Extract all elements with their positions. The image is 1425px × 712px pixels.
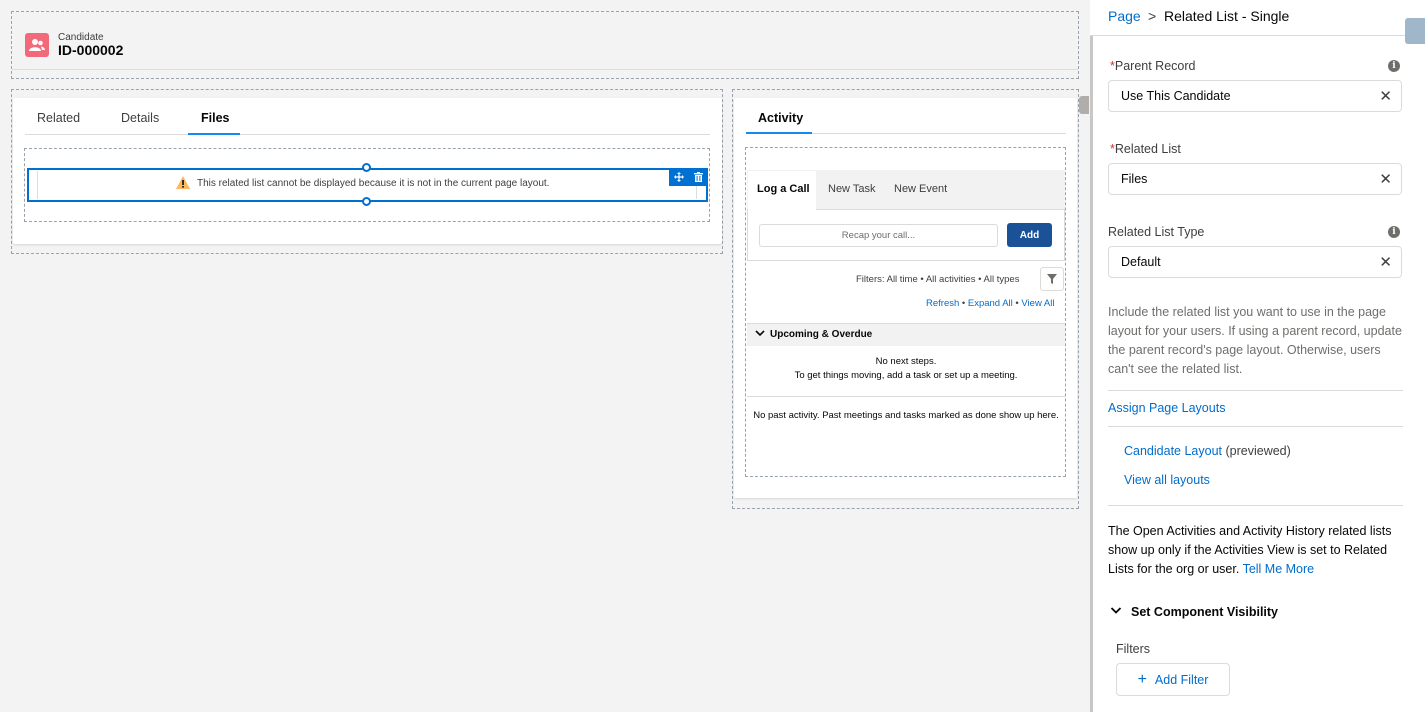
- refresh-link[interactable]: Refresh: [926, 298, 959, 309]
- plus-icon: +: [1137, 670, 1147, 688]
- clear-icon[interactable]: ✕: [1379, 253, 1392, 271]
- breadcrumb-page[interactable]: Page: [1108, 8, 1141, 24]
- record-name: ID-000002: [58, 42, 124, 58]
- activity-links: Refresh • Expand All • View All: [926, 298, 1055, 309]
- activity-filters-text: Filters: All time • All activities • All…: [856, 274, 1020, 285]
- view-all-link[interactable]: View All: [1021, 298, 1054, 309]
- record-header[interactable]: [12, 18, 1078, 70]
- tell-me-more-link[interactable]: Tell Me More: [1243, 562, 1315, 576]
- add-filter-button[interactable]: + Add Filter: [1116, 663, 1230, 696]
- related-list-type-label: Related List Type: [1108, 225, 1205, 239]
- candidate-icon: [25, 33, 49, 57]
- previewed-label: (previewed): [1225, 444, 1291, 458]
- tab-new-task[interactable]: New Task: [828, 183, 875, 195]
- clear-icon[interactable]: ✕: [1379, 87, 1392, 105]
- recap-input[interactable]: Recap your call...: [759, 224, 998, 247]
- view-all-layouts-link[interactable]: View all layouts: [1124, 473, 1210, 487]
- tab-files[interactable]: Files: [201, 111, 230, 125]
- related-list-field[interactable]: Files ✕: [1108, 163, 1402, 195]
- candidate-layout-row: Candidate Layout (previewed): [1124, 444, 1291, 458]
- panel-title: Related List - Single: [1164, 8, 1290, 24]
- tab-related[interactable]: Related: [37, 111, 80, 125]
- active-tab-indicator: [188, 133, 240, 135]
- divider: [1108, 426, 1403, 427]
- clear-icon[interactable]: ✕: [1379, 170, 1392, 188]
- component-visibility-section[interactable]: Set Component Visibility: [1131, 605, 1278, 619]
- help-text: Include the related list you want to use…: [1108, 305, 1402, 376]
- candidate-layout-link[interactable]: Candidate Layout: [1124, 444, 1222, 458]
- component-actions: [669, 168, 708, 186]
- no-past-activity: No past activity. Past meetings and task…: [753, 410, 1059, 421]
- tab-new-event[interactable]: New Event: [894, 183, 947, 195]
- filter-icon[interactable]: [1040, 267, 1064, 291]
- tab-details[interactable]: Details: [121, 111, 159, 125]
- parent-record-label: *Parent Record: [1110, 59, 1196, 73]
- no-next-steps-hint: To get things moving, add a task or set …: [794, 370, 1018, 381]
- chevron-down-icon: [755, 330, 765, 337]
- chevron-down-icon[interactable]: [1110, 604, 1122, 616]
- breadcrumb-separator: >: [1148, 8, 1157, 24]
- divider: [1108, 505, 1403, 506]
- related-list-label: *Related List: [1110, 142, 1181, 156]
- tab-log-a-call[interactable]: Log a Call: [757, 183, 810, 195]
- no-next-steps: No next steps.: [875, 356, 937, 367]
- delete-icon[interactable]: [689, 168, 709, 186]
- add-button[interactable]: Add: [1007, 223, 1052, 247]
- tab-activity[interactable]: Activity: [758, 111, 803, 125]
- warning-message: This related list cannot be displayed be…: [197, 178, 550, 189]
- canvas-collapse-handle[interactable]: [1079, 96, 1089, 114]
- parent-record-field[interactable]: Use This Candidate ✕: [1108, 80, 1402, 112]
- assign-page-layouts-link[interactable]: Assign Page Layouts: [1108, 401, 1225, 415]
- upcoming-label: Upcoming & Overdue: [770, 329, 873, 340]
- expand-all-link[interactable]: Expand All: [968, 298, 1013, 309]
- resize-handle-bottom[interactable]: [362, 197, 371, 206]
- activity-active-tab-indicator: [746, 132, 812, 134]
- info-icon[interactable]: i: [1388, 226, 1400, 238]
- info-icon[interactable]: i: [1388, 60, 1400, 72]
- tab-bar: Related Details Files: [25, 104, 710, 135]
- divider: [1108, 390, 1403, 391]
- filters-label: Filters: [1116, 642, 1151, 656]
- related-list-type-field[interactable]: Default ✕: [1108, 246, 1402, 278]
- panel-toggle[interactable]: [1405, 18, 1425, 44]
- activities-note: The Open Activities and Activity History…: [1108, 524, 1392, 576]
- warning-icon: [176, 176, 190, 189]
- move-icon[interactable]: [669, 168, 689, 186]
- activity-divider: [747, 396, 1065, 397]
- resize-handle-top[interactable]: [362, 163, 371, 172]
